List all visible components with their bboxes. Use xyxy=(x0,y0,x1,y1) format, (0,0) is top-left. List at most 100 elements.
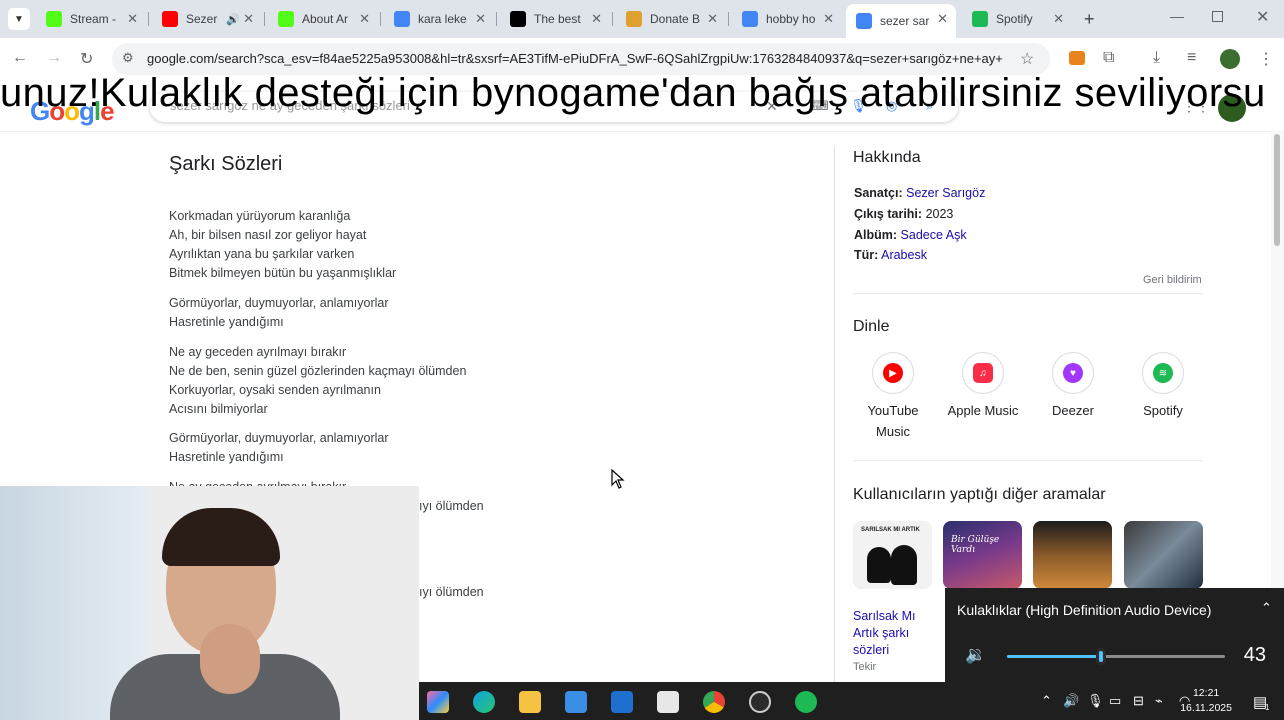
edge-icon[interactable] xyxy=(473,691,495,713)
tray-battery-icon[interactable]: ▭ xyxy=(1109,693,1121,709)
other-search-thumb[interactable] xyxy=(1033,521,1112,589)
other-search-thumb[interactable] xyxy=(1124,521,1203,589)
divider xyxy=(853,293,1203,294)
youtube-music-icon[interactable]: ▶ xyxy=(872,352,914,394)
app-icon[interactable] xyxy=(657,691,679,713)
close-tab-icon[interactable]: ✕ xyxy=(937,11,948,27)
spotify-icon[interactable]: ≋ xyxy=(1142,352,1184,394)
listen-service[interactable]: ▶ YouTube Music xyxy=(848,352,938,442)
browser-tab[interactable]: Donate B ✕ xyxy=(616,4,726,34)
browser-tab[interactable]: kara leke ✕ xyxy=(384,4,494,34)
browser-tab[interactable]: About Ar ✕ xyxy=(268,4,378,34)
listen-service[interactable]: ♫ Apple Music xyxy=(938,352,1028,421)
media-control-icon[interactable]: ≡ xyxy=(1187,49,1196,67)
audio-playing-icon[interactable]: 🔊 xyxy=(226,13,240,26)
volume-slider-thumb[interactable] xyxy=(1095,648,1106,665)
tray-mic-icon[interactable]: 🎙 xyxy=(1087,693,1104,709)
youtube-icon xyxy=(162,11,178,27)
about-value[interactable]: Sadece Aşk xyxy=(901,228,967,242)
tray-overflow-icon[interactable]: ⌃ xyxy=(1041,693,1052,709)
tab-title: Spotify xyxy=(996,12,1033,26)
lyrics-line: Korkmadan yürüyorum karanlığa xyxy=(169,209,351,223)
listen-service[interactable]: ≋ Spotify xyxy=(1118,352,1208,421)
spotify-icon xyxy=(972,11,988,27)
lyrics-partial-line: ıyı ölümden xyxy=(419,499,484,513)
scrollbar-thumb[interactable] xyxy=(1274,134,1280,246)
lyrics-line: Hasretinle yandığımı xyxy=(169,315,284,329)
metamask-icon[interactable] xyxy=(1069,51,1085,65)
restore-icon[interactable] xyxy=(1212,11,1223,22)
apple-music-icon[interactable]: ♫ xyxy=(962,352,1004,394)
taskbar: ⌃ 🔊 🎙 ▭ ⊟ ⌁ ◠ 12:21 16.11.2025 ▤ 1 xyxy=(419,682,1284,720)
download-icon[interactable]: ⤓ xyxy=(1153,49,1160,67)
about-value[interactable]: Arabesk xyxy=(881,248,927,262)
file-explorer-icon[interactable] xyxy=(519,691,541,713)
app-icon[interactable] xyxy=(565,691,587,713)
other-search-subtitle: Tekir xyxy=(853,661,877,673)
about-title: Hakkında xyxy=(853,149,921,166)
back-icon[interactable]: ← xyxy=(12,49,28,67)
close-tab-icon[interactable]: ✕ xyxy=(243,11,254,27)
audio-device-name[interactable]: Kulaklıklar (High Definition Audio Devic… xyxy=(957,602,1211,618)
feedback-link[interactable]: Geri bildirim xyxy=(1143,274,1202,286)
browser-tab[interactable]: hobby ho ✕ xyxy=(732,4,842,34)
site-info-icon[interactable]: ⚙ xyxy=(122,50,134,66)
tray-usb-icon[interactable]: ⌁ xyxy=(1155,693,1163,709)
listen-service[interactable]: ♥ Deezer xyxy=(1028,352,1118,421)
listen-service-label: Deezer xyxy=(1052,403,1094,418)
about-value: 2023 xyxy=(925,207,954,221)
github-icon xyxy=(510,11,526,27)
google-icon xyxy=(394,11,410,27)
url-text[interactable]: google.com/search?sca_esv=f84ae5225a9530… xyxy=(147,51,1027,66)
speaker-icon[interactable]: 🔉 xyxy=(965,645,986,665)
close-tab-icon[interactable]: ✕ xyxy=(359,11,370,27)
chrome-icon[interactable] xyxy=(703,691,725,713)
thumb-title: Bir Gülüşe Vardı xyxy=(951,535,1000,555)
close-tab-icon[interactable]: ✕ xyxy=(707,11,718,27)
chevron-up-icon[interactable]: ⌃ xyxy=(1261,600,1272,616)
close-tab-icon[interactable]: ✕ xyxy=(475,11,486,27)
spotify-taskbar-icon[interactable] xyxy=(795,691,817,713)
close-tab-icon[interactable]: ✕ xyxy=(591,11,602,27)
notification-badge: 1 xyxy=(1265,703,1270,712)
obs-icon[interactable] xyxy=(749,691,771,713)
bookmark-star-icon[interactable]: ☆ xyxy=(1020,49,1034,69)
about-value[interactable]: Sezer Sarıgöz xyxy=(906,186,985,200)
copilot-icon[interactable] xyxy=(427,691,449,713)
tab-title: sezer sar xyxy=(880,14,930,28)
browser-tab[interactable]: Spotify ✕ xyxy=(962,4,1072,34)
person-hand xyxy=(200,624,260,694)
tab-title: The best xyxy=(534,12,581,26)
close-tab-icon[interactable]: ✕ xyxy=(127,11,138,27)
browser-tab[interactable]: The best ✕ xyxy=(500,4,610,34)
taskbar-clock[interactable]: 12:21 16.11.2025 xyxy=(1180,686,1232,716)
listen-service-label: Spotify xyxy=(1143,403,1183,418)
reload-icon[interactable]: ↻ xyxy=(80,49,93,69)
tab-search-icon[interactable]: ▼ xyxy=(8,8,30,30)
tray-speaker-icon[interactable]: 🔊 xyxy=(1063,693,1079,709)
close-tab-icon[interactable]: ✕ xyxy=(823,11,834,27)
menu-icon[interactable]: ⋮ xyxy=(1258,49,1274,69)
other-search-caption[interactable]: Sarılsak Mı Artık şarkı sözleri xyxy=(853,608,933,659)
app-icon[interactable] xyxy=(611,691,633,713)
close-tab-icon[interactable]: ✕ xyxy=(1053,11,1064,27)
tray-app-icon[interactable]: ⊟ xyxy=(1133,693,1144,709)
panel-divider xyxy=(834,146,835,686)
profile-avatar[interactable] xyxy=(1220,49,1240,69)
browser-tab[interactable]: Stream - ✕ xyxy=(36,4,146,34)
forward-icon[interactable]: → xyxy=(46,49,62,67)
other-searches-title: Kullanıcıların yaptığı diğer aramalar xyxy=(853,486,1106,503)
other-search-thumb[interactable]: SARILSAK MI ARTIK xyxy=(853,521,932,589)
minimize-icon[interactable]: — xyxy=(1170,8,1184,24)
deezer-icon[interactable]: ♥ xyxy=(1052,352,1094,394)
browser-tab[interactable]: sezer sar ✕ xyxy=(846,4,956,38)
browser-tab[interactable]: Sezer 🔊 ✕ xyxy=(152,4,262,34)
extensions-icon[interactable]: ⧉ xyxy=(1103,49,1114,67)
close-window-icon[interactable]: ✕ xyxy=(1256,7,1269,27)
other-search-thumb[interactable]: Bir Gülüşe Vardı xyxy=(943,521,1022,589)
tab-title: About Ar xyxy=(302,12,349,26)
listen-title: Dinle xyxy=(853,318,890,335)
volume-slider[interactable] xyxy=(1007,648,1225,665)
tab-separator xyxy=(496,12,497,26)
new-tab-icon[interactable]: + xyxy=(1084,9,1095,30)
